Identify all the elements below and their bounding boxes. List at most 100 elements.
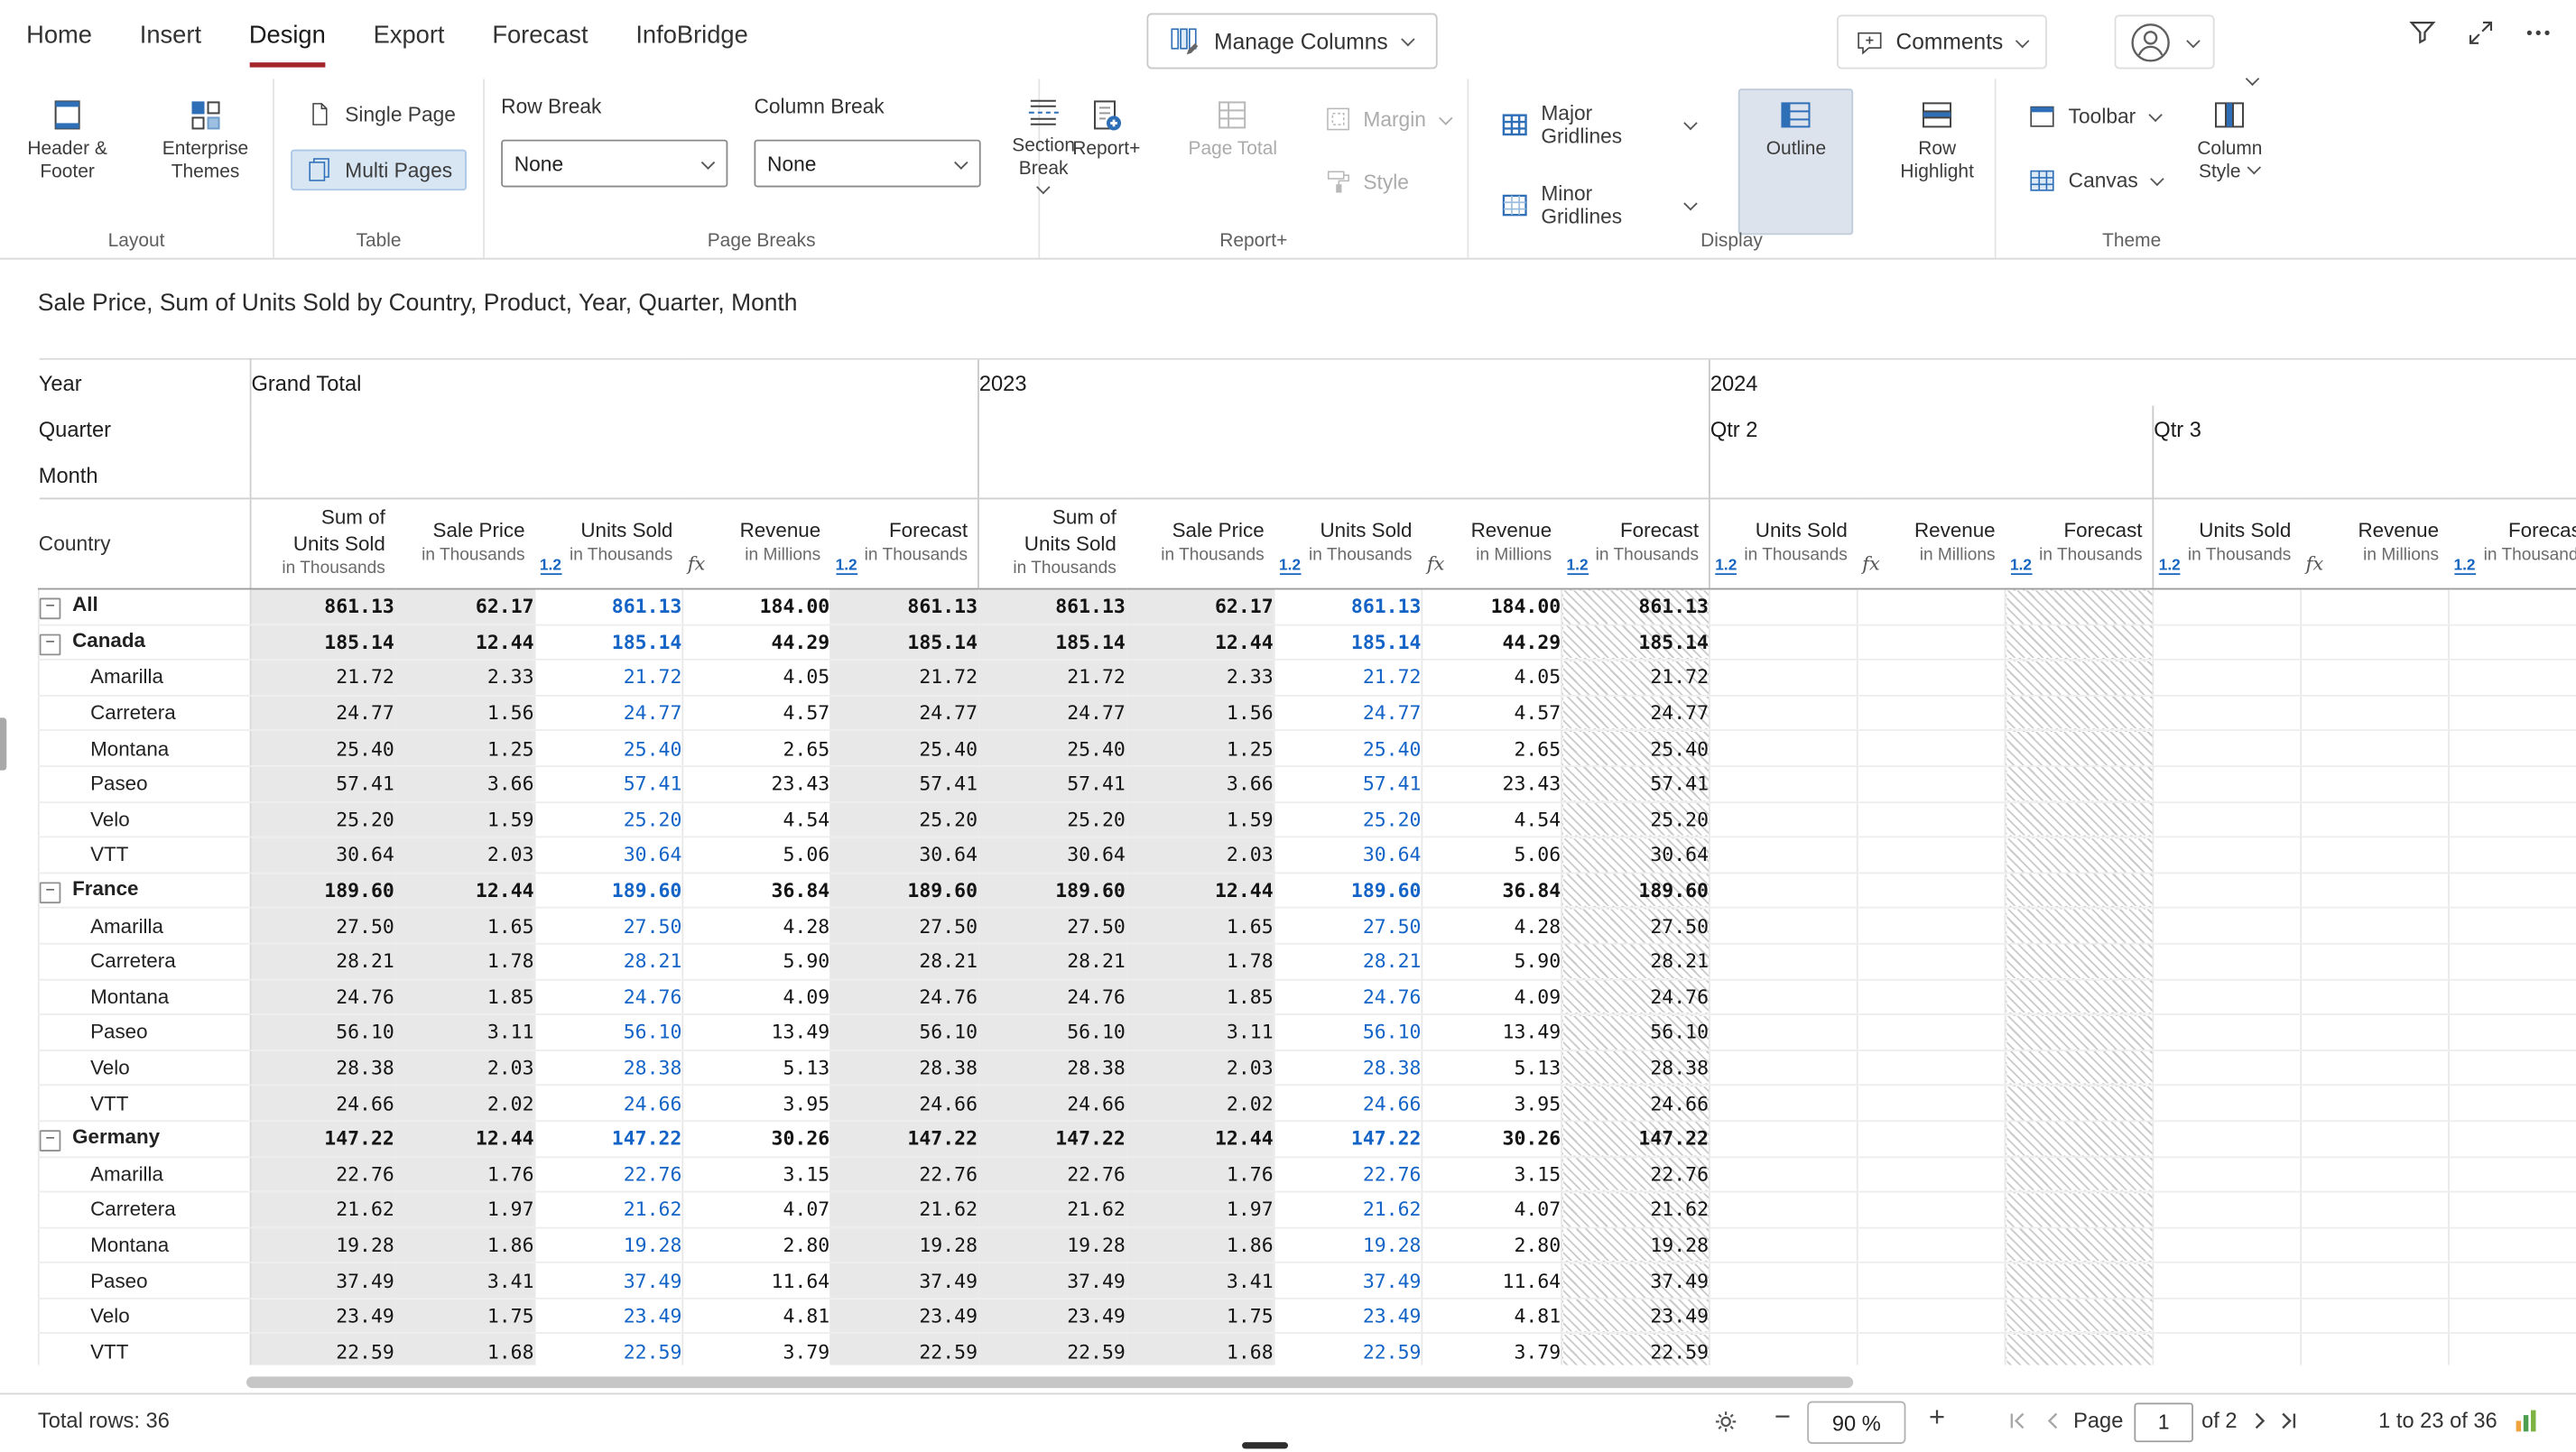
row-label[interactable]: −France: [39, 873, 251, 908]
pivot-cell[interactable]: [2301, 979, 2449, 1014]
pivot-cell[interactable]: [1710, 731, 1858, 766]
left-scroll-indicator[interactable]: [0, 717, 6, 770]
pivot-cell[interactable]: 4.05: [682, 660, 830, 695]
pivot-cell[interactable]: [2449, 1086, 2576, 1121]
multi-pages-button[interactable]: Multi Pages: [291, 150, 467, 191]
column-header[interactable]: Sum of Units Soldin Thousands: [251, 498, 395, 588]
row-label[interactable]: Montana: [39, 1227, 251, 1262]
pivot-cell[interactable]: [2153, 944, 2301, 979]
pivot-cell[interactable]: [2006, 624, 2154, 660]
tab-infobridge[interactable]: InfoBridge: [635, 0, 747, 68]
more-options-icon[interactable]: [2524, 17, 2553, 47]
pivot-cell[interactable]: 1.76: [1126, 1156, 1274, 1191]
pivot-cell[interactable]: 1.59: [395, 801, 535, 837]
pivot-cell[interactable]: [1710, 908, 1858, 943]
pivot-cell[interactable]: [2006, 944, 2154, 979]
pivot-cell[interactable]: 24.77: [534, 695, 682, 730]
collapse-row-icon[interactable]: −: [40, 883, 61, 904]
pivot-cell[interactable]: [2449, 1227, 2576, 1262]
pivot-cell[interactable]: [2153, 1050, 2301, 1086]
pivot-cell[interactable]: [1858, 766, 2006, 801]
row-label[interactable]: Montana: [39, 731, 251, 766]
pivot-cell[interactable]: [1710, 1050, 1858, 1086]
pivot-cell[interactable]: [2153, 1156, 2301, 1191]
pivot-cell[interactable]: [2006, 1014, 2154, 1050]
pivot-cell[interactable]: [2301, 801, 2449, 837]
pivot-cell[interactable]: 1.25: [395, 731, 535, 766]
zoom-out-button[interactable]: −: [1768, 1401, 1798, 1434]
pivot-cell[interactable]: 25.40: [830, 731, 978, 766]
pivot-cell[interactable]: 185.14: [1561, 624, 1710, 660]
column-header[interactable]: 1.2Forecastin Thousands: [830, 498, 978, 588]
pivot-cell[interactable]: 57.41: [251, 766, 395, 801]
pivot-cell[interactable]: 25.20: [1274, 801, 1422, 837]
pivot-cell[interactable]: [2006, 801, 2154, 837]
pivot-cell[interactable]: 1.86: [1126, 1227, 1274, 1262]
pivot-cell[interactable]: 4.57: [682, 695, 830, 730]
pivot-cell[interactable]: 27.50: [534, 908, 682, 943]
collapse-row-icon[interactable]: −: [40, 598, 61, 620]
pivot-cell[interactable]: 24.77: [978, 695, 1126, 730]
pivot-cell[interactable]: 22.59: [978, 1334, 1126, 1365]
pivot-cell[interactable]: 27.50: [1561, 908, 1710, 943]
pivot-cell[interactable]: 12.44: [1126, 1121, 1274, 1156]
pivot-cell[interactable]: [1710, 979, 1858, 1014]
tab-home[interactable]: Home: [26, 0, 92, 68]
pivot-cell[interactable]: [1858, 944, 2006, 979]
pivot-cell[interactable]: [2006, 1334, 2154, 1365]
pivot-cell[interactable]: [2449, 695, 2576, 730]
pivot-cell[interactable]: [2301, 589, 2449, 624]
pivot-cell[interactable]: [1858, 1227, 2006, 1262]
pivot-cell[interactable]: 24.76: [534, 979, 682, 1014]
row-label[interactable]: VTT: [39, 837, 251, 873]
pivot-cell[interactable]: 28.21: [534, 944, 682, 979]
pivot-cell[interactable]: 24.76: [1274, 979, 1422, 1014]
pivot-cell[interactable]: 4.09: [682, 979, 830, 1014]
row-label[interactable]: −All: [39, 589, 251, 624]
pivot-cell[interactable]: [2153, 1299, 2301, 1334]
collapse-row-icon[interactable]: −: [40, 1131, 61, 1152]
pivot-cell[interactable]: 2.33: [1126, 660, 1274, 695]
manage-columns-button[interactable]: Manage Columns: [1146, 14, 1437, 69]
pivot-cell[interactable]: [2153, 1192, 2301, 1227]
pivot-cell[interactable]: 37.49: [1274, 1262, 1422, 1298]
pivot-cell[interactable]: 2.03: [1126, 837, 1274, 873]
pivot-cell[interactable]: 37.49: [251, 1262, 395, 1298]
year-group-header[interactable]: Grand Total: [251, 359, 978, 406]
pivot-cell[interactable]: [2006, 837, 2154, 873]
pivot-cell[interactable]: 22.76: [1561, 1156, 1710, 1191]
pivot-cell[interactable]: 1.65: [395, 908, 535, 943]
pivot-cell[interactable]: 57.41: [1561, 766, 1710, 801]
pivot-cell[interactable]: [1858, 660, 2006, 695]
row-label[interactable]: Velo: [39, 1299, 251, 1334]
column-header[interactable]: 1.2Units Soldin Thousands: [534, 498, 682, 588]
pivot-cell[interactable]: [1858, 1156, 2006, 1191]
pivot-cell[interactable]: [2301, 1014, 2449, 1050]
pivot-cell[interactable]: [2301, 1050, 2449, 1086]
pivot-cell[interactable]: 22.59: [830, 1334, 978, 1365]
minor-gridlines-button[interactable]: Minor Gridlines: [1485, 176, 1712, 236]
pivot-cell[interactable]: [1710, 1121, 1858, 1156]
pivot-cell[interactable]: [1858, 731, 2006, 766]
pivot-cell[interactable]: [2301, 837, 2449, 873]
row-label[interactable]: −Canada: [39, 624, 251, 660]
pivot-cell[interactable]: [1858, 873, 2006, 908]
row-label[interactable]: Carretera: [39, 944, 251, 979]
pivot-cell[interactable]: 1.97: [1126, 1192, 1274, 1227]
pivot-cell[interactable]: 21.62: [251, 1192, 395, 1227]
pivot-cell[interactable]: 27.50: [830, 908, 978, 943]
enterprise-themes-button[interactable]: Enterprise Themes: [146, 88, 264, 193]
pivot-cell[interactable]: 1.56: [1126, 695, 1274, 730]
user-menu-button[interactable]: [2115, 14, 2215, 69]
pivot-cell[interactable]: 147.22: [1561, 1121, 1710, 1156]
pivot-cell[interactable]: 56.10: [251, 1014, 395, 1050]
pivot-cell[interactable]: [1858, 908, 2006, 943]
pivot-cell[interactable]: 23.49: [1274, 1299, 1422, 1334]
pivot-cell[interactable]: 861.13: [978, 589, 1126, 624]
row-label[interactable]: Carretera: [39, 695, 251, 730]
pivot-cell[interactable]: 1.86: [395, 1227, 535, 1262]
zoom-in-button[interactable]: +: [1923, 1401, 1952, 1434]
pivot-cell[interactable]: 25.20: [251, 801, 395, 837]
pivot-cell[interactable]: [2449, 766, 2576, 801]
pivot-cell[interactable]: 1.78: [1126, 944, 1274, 979]
